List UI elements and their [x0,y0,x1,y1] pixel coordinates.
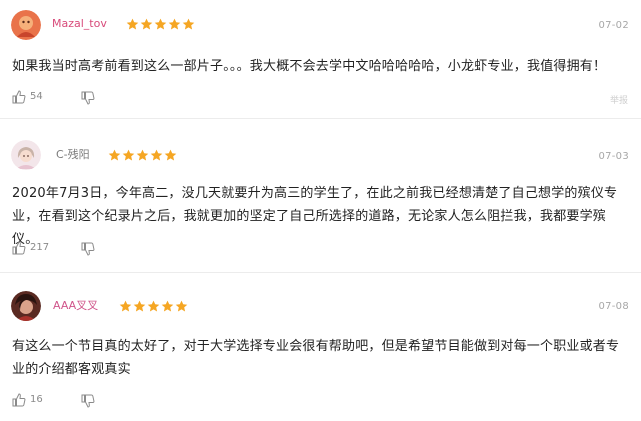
rating-stars [108,149,177,162]
like-count: 16 [30,394,43,405]
avatar[interactable] [11,291,41,321]
rating-stars [119,300,188,313]
star-icon [154,18,167,30]
comment-text: 如果我当时高考前看到这么一部片子。。。我大概不会去学中文哈哈哈哈哈，小龙虾专业，… [12,59,607,74]
star-icon [122,149,135,161]
star-icon [161,300,174,312]
avatar[interactable] [11,140,41,170]
divider [0,118,641,119]
star-icon [164,149,177,161]
comment-text: 有这么一个节目真的太好了，对于大学选择专业会很有帮助吧，但是希望节目能做到对每一… [12,339,620,377]
rating-stars [126,18,195,31]
comment-date: 07-08 [598,301,629,312]
star-icon [136,149,149,161]
comment-date: 07-02 [598,20,629,31]
report-link[interactable]: 举报 [610,93,628,106]
thumbs-up-icon[interactable] [12,393,26,407]
username[interactable]: Mazal_tov [52,17,107,31]
star-icon [133,300,146,312]
thumbs-down-icon[interactable] [81,394,95,408]
like-count: 54 [30,91,43,102]
star-icon [126,18,139,30]
username[interactable]: C-残阳 [56,148,90,162]
star-icon [175,300,188,312]
avatar[interactable] [11,10,41,40]
comment-item: Mazal_tov 07-02 如果我当时高考前看到这么一部片子。。。我大概不会… [0,0,641,116]
like-count: 217 [30,242,50,253]
star-icon [168,18,181,30]
thumbs-up-icon[interactable] [12,241,26,255]
username[interactable]: AAA叉叉 [53,299,98,313]
star-icon [108,149,121,161]
star-icon [147,300,160,312]
star-icon [150,149,163,161]
comment-date: 07-03 [598,151,629,162]
comment-item: AAA叉叉 07-08 有这么一个节目真的太好了，对于大学选择专业会很有帮助吧，… [0,274,641,421]
star-icon [119,300,132,312]
comment-text: 2020年7月3日，今年高二，没几天就要升为高三的学生了，在此之前我已经想清楚了… [12,186,618,247]
divider [0,272,641,273]
thumbs-down-icon[interactable] [81,242,95,256]
comment-item: C-残阳 07-03 2020年7月3日，今年高二，没几天就要升为高三的学生了，… [0,120,641,272]
star-icon [140,18,153,30]
thumbs-down-icon[interactable] [81,91,95,105]
star-icon [182,18,195,30]
thumbs-up-icon[interactable] [12,90,26,104]
